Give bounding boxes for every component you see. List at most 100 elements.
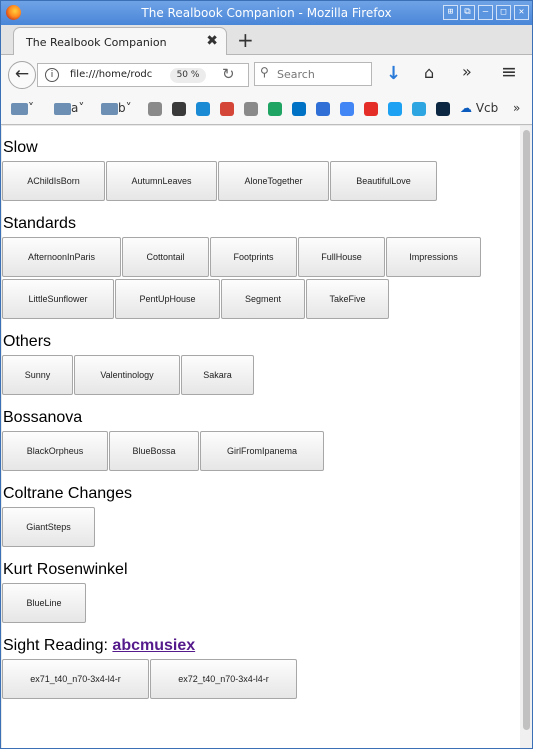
tune-button[interactable]: ex72_t40_n70-3x4-l4-r <box>150 659 297 699</box>
scrollbar-thumb[interactable] <box>523 130 530 730</box>
section-title: Standards <box>3 215 76 232</box>
outlook-icon[interactable] <box>292 102 306 116</box>
x-app-icon[interactable] <box>436 102 450 116</box>
tune-button[interactable]: ex71_t40_n70-3x4-l4-r <box>2 659 149 699</box>
globe-icon[interactable] <box>244 102 258 116</box>
tune-button-row: Sunny Valentinology Sakara <box>2 354 520 396</box>
tune-button[interactable]: BlueLine <box>2 583 86 623</box>
bookmark-folder[interactable]: ˅ <box>11 101 34 115</box>
chevron-down-icon: ˅ <box>125 101 132 115</box>
section-title: Sight Reading: <box>3 637 108 654</box>
bookmarks-overflow-button[interactable]: » <box>513 101 520 115</box>
tab-label: The Realbook Companion <box>26 36 167 49</box>
tune-button[interactable]: Sakara <box>181 355 254 395</box>
abcmusiex-link[interactable]: abcmusiex <box>112 637 195 654</box>
section-heading: Others <box>3 320 520 354</box>
download-button[interactable]: ↓ <box>386 63 401 84</box>
section-heading: Slow <box>3 126 520 160</box>
tune-button-row: AChildIsBorn AutumnLeaves AloneTogether Bea… <box>2 160 520 202</box>
section-heading: Standards <box>3 202 520 236</box>
section-title: Bossanova <box>3 409 83 426</box>
tune-button-row: GiantSteps <box>2 506 520 548</box>
globe-icon[interactable] <box>148 102 162 116</box>
zoom-indicator[interactable]: 50 % <box>170 68 206 83</box>
section-heading: Coltrane Changes <box>3 472 520 506</box>
chevron-down-icon: ˅ <box>28 101 34 115</box>
tune-button-row: LittleSunflower PentUpHouse Segment TakeFiv… <box>2 278 520 320</box>
folder-icon <box>11 102 28 115</box>
calendar-icon[interactable] <box>316 102 330 116</box>
telegram-icon[interactable] <box>412 102 426 116</box>
tune-button[interactable]: TakeFive <box>306 279 389 319</box>
tune-button[interactable]: Footprints <box>210 237 297 277</box>
section-heading: Bossanova <box>3 396 520 430</box>
tune-button[interactable]: FullHouse <box>298 237 385 277</box>
section-heading: Kurt Rosenwinkel <box>3 548 520 582</box>
search-placeholder: Search <box>277 68 315 81</box>
menu-button[interactable]: ≡ <box>501 61 517 83</box>
section-heading: Sight Reading: abcmusiex <box>3 624 520 658</box>
twitter-icon[interactable] <box>388 102 402 116</box>
info-icon[interactable]: i <box>45 68 59 82</box>
bookmark-folder-label: b <box>118 101 126 115</box>
section-title: Others <box>3 333 52 350</box>
tune-button[interactable]: LittleSunflower <box>2 279 114 319</box>
tune-button[interactable]: Sunny <box>2 355 73 395</box>
navigation-toolbar: ← i file:///home/rodc 50 % ↻ ⚲ Search ↓ … <box>1 55 532 93</box>
tune-button[interactable]: PentUpHouse <box>115 279 220 319</box>
new-tab-button[interactable]: + <box>237 28 254 52</box>
tab-close-icon[interactable]: ✖ <box>206 33 218 49</box>
chevron-down-icon: ˅ <box>78 101 85 115</box>
tune-button[interactable]: AChildIsBorn <box>2 161 105 201</box>
scrollbar[interactable] <box>520 126 532 748</box>
tune-button[interactable]: Cottontail <box>122 237 209 277</box>
search-icon: ⚲ <box>260 65 269 79</box>
tune-button-row: BlueLine <box>2 582 520 624</box>
window-sticky-button[interactable]: ⊞ <box>443 5 458 20</box>
reload-icon[interactable]: ↻ <box>222 65 235 83</box>
sync-icon[interactable] <box>196 102 210 116</box>
folder-icon <box>54 102 71 115</box>
c-icon[interactable] <box>172 102 186 116</box>
window-restore-button[interactable]: ⧉ <box>460 5 475 20</box>
tab-active[interactable]: The Realbook Companion ✖ <box>13 27 227 56</box>
title-bar: The Realbook Companion - Mozilla Firefox… <box>1 1 532 25</box>
browser-window: The Realbook Companion - Mozilla Firefox… <box>0 0 533 749</box>
search-field[interactable]: ⚲ Search <box>254 62 372 86</box>
section-title: Kurt Rosenwinkel <box>3 561 128 578</box>
section-title: Slow <box>3 139 38 156</box>
tab-strip: The Realbook Companion ✖ + <box>1 25 532 56</box>
tune-button[interactable]: AutumnLeaves <box>106 161 217 201</box>
tune-button[interactable]: BeautifulLove <box>330 161 437 201</box>
bookmarks-toolbar: ˅ a˅ b˅ ☁ Vcb» <box>1 93 532 125</box>
bookmark-folder[interactable]: b˅ <box>101 101 132 115</box>
tune-button[interactable]: Valentinology <box>74 355 180 395</box>
drive-icon[interactable] <box>268 102 282 116</box>
tune-button[interactable]: AloneTogether <box>218 161 329 201</box>
tune-button[interactable]: Segment <box>221 279 305 319</box>
tune-button[interactable]: BlackOrpheus <box>2 431 108 471</box>
url-text[interactable]: file:///home/rodc <box>70 69 152 80</box>
tune-button[interactable]: AfternoonInParis <box>2 237 121 277</box>
tune-button[interactable]: BlueBossa <box>109 431 199 471</box>
tune-button[interactable]: GiantSteps <box>2 507 95 547</box>
folder-icon <box>101 102 118 115</box>
cloud-icon: ☁ <box>460 101 476 115</box>
gmail-icon[interactable] <box>220 102 234 116</box>
tune-button[interactable]: GirlFromIpanema <box>200 431 324 471</box>
bookmark-vcb[interactable]: ☁ Vcb <box>460 101 498 115</box>
window-maximize-button[interactable]: □ <box>496 5 511 20</box>
tune-button-row: ex71_t40_n70-3x4-l4-r ex72_t40_n70-3x4-l4… <box>2 658 520 700</box>
translate-icon[interactable] <box>340 102 354 116</box>
window-minimize-button[interactable]: – <box>478 5 493 20</box>
tune-button-row: AfternoonInParis Cottontail Footprints Full… <box>2 236 520 278</box>
url-bar[interactable]: i file:///home/rodc 50 % ↻ <box>37 63 249 87</box>
bookmark-folder[interactable]: a˅ <box>54 101 84 115</box>
tune-button[interactable]: Impressions <box>386 237 481 277</box>
toolbar-overflow-button[interactable]: » <box>462 62 472 81</box>
back-button[interactable]: ← <box>8 61 36 89</box>
window-close-button[interactable]: ✕ <box>514 5 529 20</box>
home-button[interactable]: ⌂ <box>424 63 434 82</box>
youtube-icon[interactable] <box>364 102 378 116</box>
section-title: Coltrane Changes <box>3 485 132 502</box>
